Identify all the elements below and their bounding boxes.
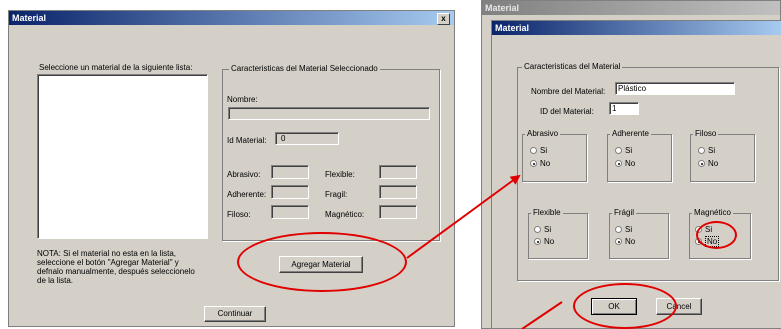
- material-id-input[interactable]: [609, 102, 639, 115]
- filoso-si-radio[interactable]: Si: [698, 146, 715, 155]
- radio-icon: [530, 147, 537, 155]
- attr-flexible-field: [379, 165, 417, 179]
- adherente-si-radio[interactable]: Si: [615, 146, 632, 155]
- fragil-title: Frágil: [612, 208, 637, 217]
- id-value: 0: [281, 134, 286, 143]
- radio-icon: [615, 226, 622, 234]
- adherente-group: Adherente Si No: [607, 129, 672, 182]
- title-bar-right: Material: [492, 21, 781, 35]
- attr-filoso-field: [271, 205, 309, 219]
- characteristics-title-right: Caracteristicas del Material: [522, 62, 623, 71]
- abrasivo-si-radio[interactable]: Si: [530, 146, 547, 155]
- flexible-title: Flexible: [531, 208, 563, 217]
- attr-flexible-label: Flexible:: [325, 170, 355, 179]
- attr-fragil-label: Fragil:: [325, 190, 348, 199]
- name-label: Nombre:: [227, 95, 258, 104]
- attr-abrasivo-label: Abrasivo:: [227, 170, 261, 179]
- attr-fragil-field: [379, 185, 417, 199]
- radio-selected-icon: [615, 160, 622, 168]
- adherente-no-radio[interactable]: No: [615, 159, 635, 168]
- name-field: [228, 107, 430, 120]
- attr-adherente-field: [271, 185, 309, 199]
- fragil-si-radio[interactable]: Si: [615, 225, 632, 234]
- radio-label: Si: [544, 225, 552, 234]
- radio-label: Si: [625, 225, 633, 234]
- radio-label: Si: [708, 146, 716, 155]
- flexible-si-radio[interactable]: Si: [534, 225, 551, 234]
- radio-selected-icon: [534, 238, 541, 246]
- note-line-3: defnalo manualmente, después seleccionel…: [37, 267, 195, 276]
- attr-adherente-label: Adherente:: [227, 190, 267, 199]
- filoso-no-radio[interactable]: No: [698, 159, 718, 168]
- radio-icon: [534, 226, 541, 234]
- window-title: Material: [12, 13, 47, 23]
- outer-title-bar: Material: [482, 1, 780, 15]
- filoso-group: Filoso Si No: [690, 129, 755, 182]
- radio-selected-icon: [530, 160, 537, 168]
- fragil-group: Frágil Si No: [609, 208, 669, 259]
- radio-label: No: [625, 159, 636, 168]
- filoso-title: Filoso: [693, 129, 719, 138]
- select-material-label: Seleccione un material de la siguiente l…: [39, 63, 193, 72]
- note-line-1: NOTA: Si el material no esta en la lista…: [37, 249, 177, 258]
- annotation-ellipse-no-radio: [696, 221, 737, 249]
- radio-icon: [698, 147, 705, 155]
- radio-label: No: [708, 159, 719, 168]
- radio-selected-icon: [698, 160, 705, 168]
- note-line-4: de la lista.: [37, 276, 74, 285]
- radio-label: No: [540, 159, 551, 168]
- attr-magnetico-field: [379, 205, 417, 219]
- radio-selected-icon: [615, 238, 622, 246]
- outer-window-title: Material: [485, 3, 520, 13]
- abrasivo-group: Abrasivo Si No: [522, 129, 587, 182]
- abrasivo-no-radio[interactable]: No: [530, 159, 550, 168]
- note-line-2: seleccione el botón "Agregar Material" y: [37, 258, 179, 267]
- flexible-no-radio[interactable]: No: [534, 237, 554, 246]
- radio-label: No: [544, 237, 555, 246]
- continue-button[interactable]: Continuar: [204, 306, 266, 322]
- material-id-label: ID del Material:: [540, 107, 594, 116]
- material-listbox[interactable]: [37, 74, 208, 239]
- material-name-label: Nombre del Material:: [531, 87, 606, 96]
- radio-label: Si: [540, 146, 548, 155]
- close-icon[interactable]: x: [437, 13, 450, 25]
- attr-magnetico-label: Magnético:: [325, 210, 365, 219]
- annotation-ellipse-add-button: [237, 232, 407, 292]
- radio-label: No: [625, 237, 636, 246]
- radio-label: Si: [625, 146, 633, 155]
- fragil-no-radio[interactable]: No: [615, 237, 635, 246]
- radio-icon: [615, 147, 622, 155]
- abrasivo-title: Abrasivo: [525, 129, 561, 138]
- attr-filoso-label: Filoso:: [227, 210, 251, 219]
- attr-abrasivo-field: [271, 165, 309, 179]
- title-bar: Material x: [9, 11, 454, 25]
- id-field: 0: [275, 132, 339, 145]
- flexible-group: Flexible Si No: [528, 208, 588, 259]
- annotation-ellipse-ok-button: [573, 283, 677, 329]
- characteristics-title: Caracteristicas del Material Seleccionad…: [229, 64, 380, 73]
- id-label: Id Material:: [227, 136, 267, 145]
- material-name-input[interactable]: [615, 82, 735, 95]
- adherente-title: Adherente: [610, 129, 651, 138]
- window-title-right: Material: [495, 23, 530, 33]
- magnetico-title: Magnético: [692, 208, 733, 217]
